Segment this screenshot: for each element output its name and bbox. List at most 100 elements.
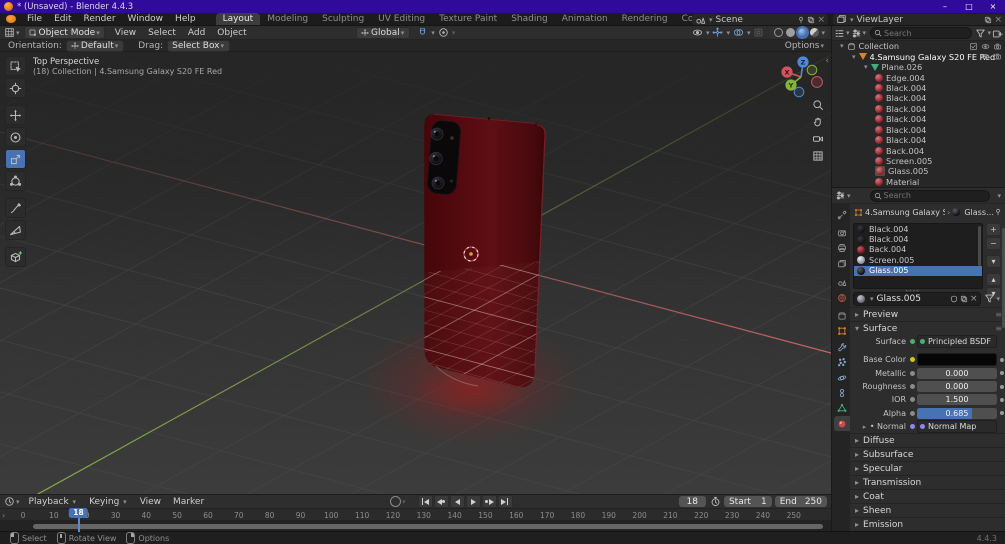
slot-list-scrollbar[interactable] — [978, 226, 981, 266]
unlink-scene-icon[interactable]: × — [817, 15, 825, 25]
material-slot[interactable]: Glass.005 — [854, 265, 982, 276]
timeline-expand-icon[interactable]: › — [2, 511, 5, 520]
panel-header-transmission[interactable]: ▸ Transmission — [850, 475, 1005, 489]
outliner-row[interactable]: ▾ 4.Samsung Galaxy S20 FE Red — [832, 51, 1005, 62]
outliner-row[interactable]: Back.004 — [832, 145, 1005, 156]
viewport-menu-object[interactable]: Object — [211, 28, 252, 38]
tab-render[interactable] — [834, 225, 850, 240]
eye-icon[interactable] — [981, 52, 990, 61]
outliner-row[interactable]: Material — [832, 177, 1005, 187]
tab-collection[interactable] — [834, 308, 850, 323]
color-swatch[interactable] — [917, 353, 997, 367]
outliner-row[interactable]: Black.004 — [832, 114, 1005, 124]
solid-shading-button[interactable] — [785, 28, 795, 37]
properties-options-icon[interactable]: ▾ — [996, 192, 1002, 200]
animate-dot[interactable] — [1000, 384, 1004, 389]
blender-menu-icon[interactable] — [6, 15, 16, 23]
viewport-menu-select[interactable]: Select — [142, 28, 182, 38]
viewport-menu-add[interactable]: Add — [182, 28, 211, 38]
editor-type-icon[interactable] — [4, 27, 15, 38]
material-slot[interactable]: Black.004 — [854, 234, 982, 244]
properties-editor-icon[interactable] — [835, 190, 846, 201]
jump-to-end-button[interactable] — [497, 495, 513, 508]
animate-dot[interactable] — [1000, 411, 1004, 416]
outliner-search-input[interactable] — [884, 28, 969, 38]
annotate-tool[interactable] — [5, 198, 26, 218]
current-frame-field[interactable]: 18 — [678, 496, 706, 507]
eye-icon[interactable] — [981, 42, 990, 51]
filter-icon[interactable] — [975, 28, 986, 39]
fake-user-icon[interactable] — [950, 295, 958, 303]
preview-panel-header[interactable]: ▸ Preview ≡ — [850, 308, 1005, 321]
value-slider[interactable]: 0.685 — [917, 407, 997, 419]
workspace-tab-animation[interactable]: Animation — [555, 13, 615, 25]
gizmos-toggle[interactable] — [710, 27, 725, 38]
next-keyframe-button[interactable] — [481, 495, 497, 508]
xray-toggle[interactable] — [751, 27, 766, 38]
play-reverse-button[interactable] — [449, 495, 465, 508]
workspace-tab-sculpting[interactable]: Sculpting — [315, 13, 371, 25]
value-slider[interactable]: 0.000 — [917, 367, 997, 379]
tab-tool[interactable] — [834, 207, 850, 222]
orientation-dropdown[interactable]: Global ▾ — [356, 26, 411, 39]
viewport-menu-view[interactable]: View — [109, 28, 142, 38]
timeline-scrollbar[interactable] — [33, 524, 823, 529]
checkbox-icon[interactable] — [969, 42, 978, 51]
material-slot[interactable]: Screen.005 — [854, 255, 982, 265]
material-slot[interactable]: Black.004 — [854, 224, 982, 234]
camera-icon[interactable] — [993, 52, 1002, 61]
transform-tool[interactable] — [5, 171, 26, 191]
panel-header-emission[interactable]: ▸ Emission — [850, 517, 1005, 531]
pin-icon[interactable] — [797, 16, 805, 24]
zoom-view-button[interactable] — [811, 98, 825, 112]
expand-icon[interactable]: ▾ — [863, 63, 869, 71]
timeline-menu-keying[interactable]: Keying ▾ — [83, 497, 134, 507]
animate-dot[interactable] — [1000, 397, 1004, 402]
workspace-tab-texture-paint[interactable]: Texture Paint — [432, 13, 504, 25]
maximize-button[interactable]: □ — [957, 0, 981, 13]
select-box-tool[interactable] — [5, 56, 26, 76]
outliner-search[interactable] — [870, 27, 973, 39]
tab-constraints[interactable] — [834, 385, 850, 400]
tab-physics[interactable] — [834, 370, 850, 385]
play-button[interactable] — [465, 495, 481, 508]
overlays-toggle[interactable] — [731, 27, 746, 38]
panel-header-subsurface[interactable]: ▸ Subsurface — [850, 447, 1005, 461]
menu-edit[interactable]: Edit — [48, 14, 77, 24]
workspace-tab-rendering[interactable]: Rendering — [615, 13, 675, 25]
frame-end-field[interactable]: End 250 — [774, 496, 827, 507]
tab-world[interactable] — [834, 290, 850, 305]
workspace-tab-modeling[interactable]: Modeling — [260, 13, 315, 25]
expand-icon[interactable]: ▾ — [839, 42, 845, 50]
slot-specials-button[interactable]: ▾ — [986, 255, 1001, 268]
move-slot-up-button[interactable]: ▴ — [986, 273, 1001, 286]
outliner-row[interactable]: Edge.004 — [832, 72, 1005, 83]
outliner-row[interactable]: Screen.005 — [832, 156, 1005, 166]
tab-view-layer[interactable] — [834, 256, 850, 271]
projection-toggle-button[interactable] — [811, 149, 825, 163]
auto-key-button[interactable] — [390, 496, 402, 507]
material-filter-icon[interactable] — [984, 293, 995, 304]
jump-to-start-button[interactable] — [417, 495, 433, 508]
camera-view-button[interactable] — [811, 132, 825, 146]
menu-help[interactable]: Help — [169, 14, 202, 24]
frame-start-field[interactable]: Start 1 — [723, 496, 772, 507]
drag-setting-dropdown[interactable]: Select Box ▾ — [167, 39, 231, 52]
timeline-menu-marker[interactable]: Marker — [167, 497, 210, 507]
material-browse-icon[interactable] — [857, 294, 865, 303]
tab-material[interactable] — [834, 416, 850, 432]
panel-header-specular[interactable]: ▸ Specular — [850, 461, 1005, 475]
display-mode-icon[interactable] — [834, 28, 845, 39]
options-dropdown[interactable]: Options ▾ — [785, 41, 825, 51]
pin-icon[interactable] — [994, 208, 1002, 216]
add-cube-tool[interactable] — [5, 247, 26, 267]
view-layer-selector[interactable]: ▾ ViewLayer × — [833, 14, 1005, 25]
tab-object-data[interactable] — [834, 401, 850, 416]
proportional-edit-toggle[interactable] — [436, 27, 451, 38]
playhead-badge[interactable]: 18 — [69, 508, 88, 518]
tab-scene[interactable] — [834, 275, 850, 290]
remove-slot-button[interactable]: − — [986, 237, 1001, 250]
viewport-3d[interactable]: Z X Y Top Perspective (18) Collection | … — [0, 52, 831, 494]
mode-dropdown[interactable]: Object Mode ▾ — [23, 26, 105, 39]
new-collection-icon[interactable] — [992, 28, 1003, 39]
